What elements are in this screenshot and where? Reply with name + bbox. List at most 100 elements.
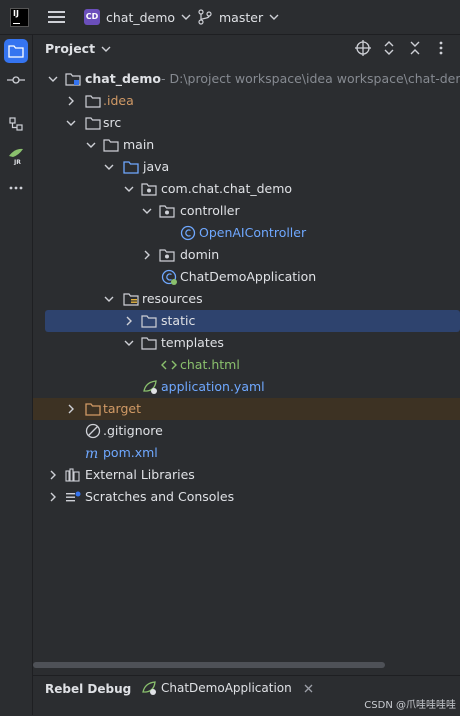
tree-item-idea[interactable]: .idea (33, 90, 460, 112)
library-icon (65, 467, 81, 483)
options-button[interactable] (433, 40, 449, 56)
horizontal-scrollbar[interactable] (33, 662, 385, 668)
tree-item-domin[interactable]: domin (33, 244, 460, 266)
tree-label: chat.html (180, 357, 240, 372)
folder-icon (141, 313, 157, 329)
tree-label: External Libraries (85, 467, 195, 482)
tree-label: ChatDemoApplication (180, 269, 317, 284)
root-path: - D:\project workspace\idea workspace\ch… (161, 71, 460, 86)
project-tool-button[interactable] (4, 39, 28, 63)
more-horizontal-icon (9, 186, 23, 190)
tree-label: src (103, 115, 122, 130)
excluded-folder-icon (85, 401, 101, 417)
tree-item-package[interactable]: com.chat.chat_demo (33, 178, 460, 200)
collapse-all-button[interactable] (407, 40, 423, 56)
commit-icon (7, 76, 25, 84)
title-bar: IJ CD chat_demo master (0, 0, 460, 35)
chevron-right-icon[interactable] (65, 90, 77, 112)
git-branch-icon (198, 9, 212, 25)
chevron-down-icon[interactable] (141, 200, 153, 222)
branch-selector[interactable]: master (198, 0, 279, 34)
folder-icon (141, 335, 157, 351)
folder-icon (85, 93, 101, 109)
run-tab[interactable]: ChatDemoApplication (141, 676, 313, 700)
tree-item-static[interactable]: static (45, 310, 460, 332)
project-panel: Project chat_demo - D:\project workspace… (33, 35, 460, 675)
maven-icon: m (85, 445, 101, 461)
project-name: chat_demo (106, 9, 176, 25)
jrebel-icon: JR (9, 148, 23, 165)
select-opened-file-button[interactable] (355, 40, 371, 56)
folder-icon (8, 45, 24, 58)
tree-label: com.chat.chat_demo (161, 181, 293, 196)
tree-item-templates[interactable]: templates (33, 332, 460, 354)
tree-label: resources (142, 291, 203, 306)
structure-tool-button[interactable] (4, 112, 28, 136)
tree-item-external-libraries[interactable]: External Libraries (33, 464, 460, 486)
commit-tool-button[interactable] (4, 68, 28, 92)
expand-all-button[interactable] (381, 40, 397, 56)
tree-item-java[interactable]: java (33, 156, 460, 178)
tree-label: controller (180, 203, 240, 218)
chevron-down-icon[interactable] (103, 156, 115, 178)
chevron-right-icon[interactable] (141, 244, 153, 266)
tree-label: application.yaml (161, 379, 265, 394)
tree-item-gitignore[interactable]: .gitignore (33, 420, 460, 442)
tree-label: target (103, 401, 142, 416)
main-menu-button[interactable] (48, 0, 66, 34)
tree-item-application-yaml[interactable]: application.yaml (33, 376, 460, 398)
tree-item-openai-controller[interactable]: OpenAIController (33, 222, 460, 244)
ignore-file-icon (85, 423, 101, 439)
tree-item-src[interactable]: src (33, 112, 460, 134)
chevron-right-icon[interactable] (47, 486, 59, 508)
spring-run-icon (142, 681, 156, 695)
chevron-down-icon[interactable] (47, 68, 59, 90)
folder-icon (85, 115, 101, 131)
run-toolbar (41, 710, 301, 716)
tree-label: main (123, 137, 155, 152)
jrebel-tool-button[interactable]: JR (4, 144, 28, 168)
tree-item-pom[interactable]: m pom.xml (33, 442, 460, 464)
tool-window-sidebar: JR (0, 35, 33, 715)
tree-item-root[interactable]: chat_demo - D:\project workspace\idea wo… (33, 68, 460, 90)
package-icon (159, 203, 175, 219)
chevron-down-icon (181, 14, 191, 20)
project-selector[interactable]: CD chat_demo (84, 0, 191, 34)
tree-item-controller[interactable]: controller (33, 200, 460, 222)
tree-item-scratches[interactable]: Scratches and Consoles (33, 486, 460, 508)
app-logo[interactable]: IJ (10, 0, 29, 34)
chevron-down-icon[interactable] (65, 112, 77, 134)
chevron-down-icon[interactable] (123, 332, 135, 354)
close-icon[interactable] (304, 684, 313, 693)
svg-text:m: m (85, 446, 98, 460)
watermark-text: CSDN @爪哇哇哇哇 (364, 700, 456, 711)
tree-label: templates (161, 335, 224, 350)
tree-item-target[interactable]: target (33, 398, 460, 420)
tree-label: .idea (103, 93, 134, 108)
package-icon (141, 181, 157, 197)
module-folder-icon (65, 71, 81, 87)
tree-item-main[interactable]: main (33, 134, 460, 156)
svg-text:JR: JR (13, 159, 21, 165)
chevron-right-icon[interactable] (47, 464, 59, 486)
rebel-debug-title[interactable]: Rebel Debug (45, 682, 131, 696)
scratches-icon (65, 489, 81, 505)
html-file-icon (161, 357, 177, 373)
package-icon (159, 247, 175, 263)
chevron-right-icon[interactable] (65, 398, 77, 420)
tree-item-chat-html[interactable]: chat.html (33, 354, 460, 376)
more-tools-button[interactable] (4, 176, 28, 200)
chevron-down-icon[interactable] (123, 178, 135, 200)
branch-name: master (219, 9, 264, 25)
chevron-down-icon (269, 14, 279, 20)
tree-item-resources[interactable]: resources (33, 288, 460, 310)
spring-class-icon (161, 269, 177, 285)
chevron-right-icon[interactable] (123, 310, 135, 332)
folder-icon (103, 137, 119, 153)
spring-config-icon (142, 379, 158, 395)
chevron-down-icon[interactable] (103, 288, 115, 310)
chevron-down-icon[interactable] (85, 134, 97, 156)
class-icon (180, 225, 196, 241)
tree-item-app-class[interactable]: ChatDemoApplication (33, 266, 460, 288)
project-view-selector[interactable]: Project (45, 41, 111, 56)
